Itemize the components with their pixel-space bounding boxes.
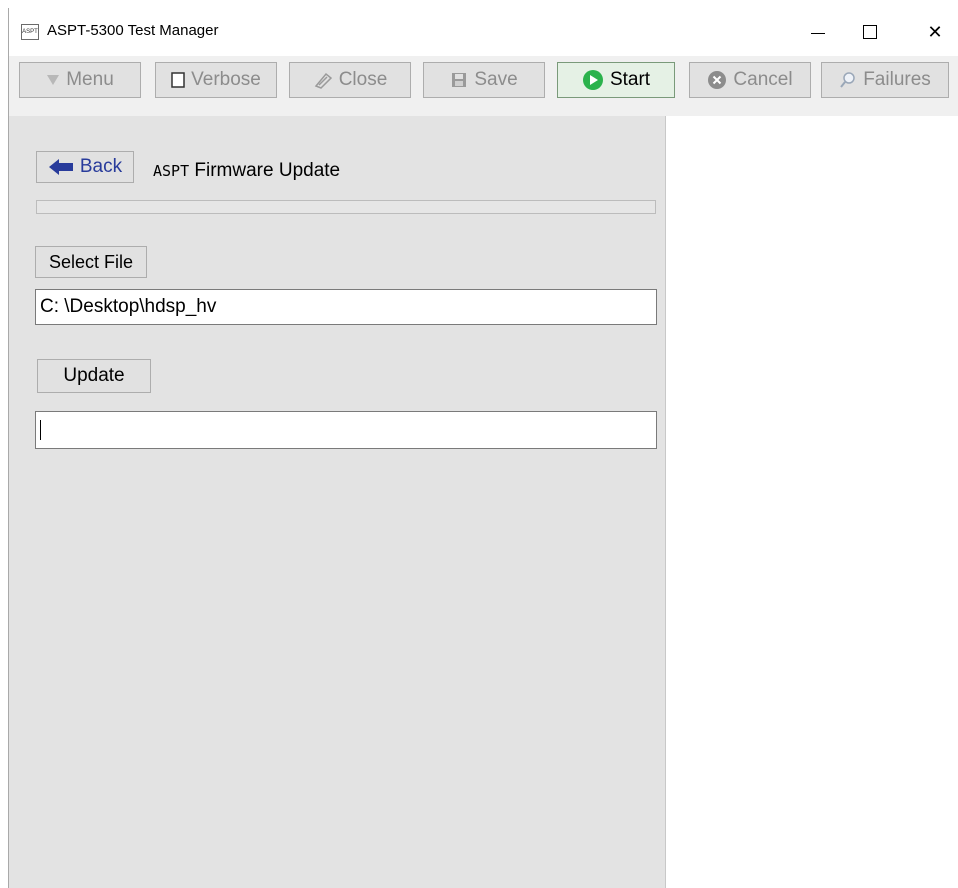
menu-button-label: Menu [66, 69, 114, 90]
progress-bar [36, 200, 656, 214]
close-button-label: Close [338, 69, 388, 90]
start-button-label: Start [609, 69, 651, 90]
app-icon: ASPT [21, 24, 39, 40]
maximize-icon [863, 24, 877, 39]
app-window: ASPT ASPT-5300 Test Manager ✕ Menu Verbo… [8, 8, 958, 888]
close-document-icon [314, 72, 332, 89]
checkbox-icon [171, 72, 185, 88]
maximize-button[interactable] [847, 16, 893, 48]
update-button[interactable]: Update [37, 359, 151, 393]
cancel-button-label: Cancel [733, 69, 793, 90]
firmware-update-panel: Back ASPT Firmware Update Select File C:… [9, 116, 666, 888]
back-arrow-icon [48, 159, 73, 175]
page-title-text: Firmware Update [194, 160, 341, 181]
failures-button-label: Failures [863, 69, 931, 90]
save-button[interactable]: Save [423, 62, 545, 98]
failures-button[interactable]: Failures [821, 62, 949, 98]
floppy-disk-icon [452, 73, 467, 87]
cancel-button[interactable]: Cancel [689, 62, 811, 98]
minimize-button[interactable] [795, 16, 841, 48]
menu-triangle-icon [47, 75, 60, 85]
update-status-field[interactable] [35, 411, 657, 449]
start-button[interactable]: Start [557, 62, 675, 98]
close-icon: ✕ [927, 22, 943, 42]
text-caret [40, 420, 41, 440]
menu-button[interactable]: Menu [19, 62, 141, 98]
close-button[interactable]: Close [289, 62, 411, 98]
verbose-toggle[interactable]: Verbose [155, 62, 277, 98]
back-button[interactable]: Back [36, 151, 134, 183]
file-path-field[interactable]: C: \Desktop\hdsp_hv [35, 289, 657, 325]
toolbar: Menu Verbose Close Save Start Cancel Fai… [9, 56, 958, 117]
title-bar[interactable]: ASPT ASPT-5300 Test Manager ✕ [9, 8, 958, 56]
window-title: ASPT-5300 Test Manager [47, 22, 219, 39]
cancel-circle-icon [708, 71, 727, 89]
select-file-button[interactable]: Select File [35, 246, 147, 278]
page-title: ASPT Firmware Update [153, 160, 340, 182]
close-window-button[interactable]: ✕ [912, 16, 958, 48]
verbose-button-label: Verbose [191, 69, 261, 90]
green-play-icon [582, 70, 603, 90]
magnifier-icon [840, 72, 855, 88]
page-title-tag: ASPT [153, 162, 190, 180]
right-pane [666, 116, 958, 888]
save-button-label: Save [474, 69, 518, 90]
minimize-icon [811, 32, 825, 34]
back-button-label: Back [79, 156, 123, 177]
